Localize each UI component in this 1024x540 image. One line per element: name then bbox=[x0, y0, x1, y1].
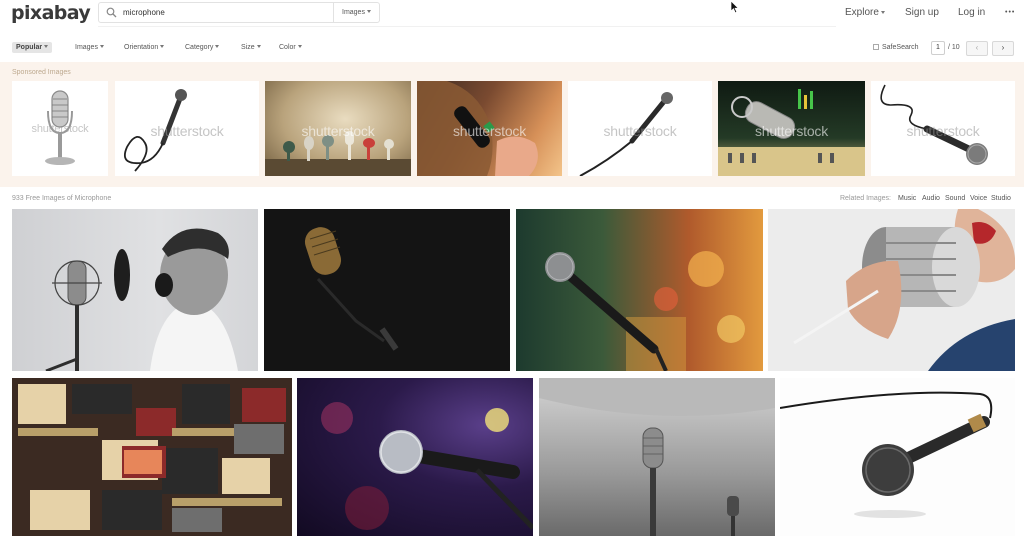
watermark: shutterstock bbox=[754, 122, 829, 139]
sponsored-image[interactable]: shutterstock bbox=[265, 81, 411, 176]
safesearch-label: SafeSearch bbox=[882, 44, 919, 51]
result-image[interactable] bbox=[297, 378, 533, 536]
sponsored-image[interactable]: shutterstock bbox=[871, 81, 1015, 176]
search-input[interactable] bbox=[123, 5, 323, 20]
chevron-down-icon bbox=[366, 10, 371, 13]
related-tag-audio[interactable]: Audio bbox=[922, 195, 940, 202]
chevron-down-icon bbox=[256, 45, 261, 48]
login-link[interactable]: Log in bbox=[958, 7, 985, 18]
related-tag-voice[interactable]: Voice bbox=[970, 195, 987, 202]
result-image[interactable] bbox=[539, 378, 775, 536]
filter-size-label: Size bbox=[241, 44, 255, 51]
filter-color[interactable]: Color bbox=[275, 42, 306, 53]
signup-link[interactable]: Sign up bbox=[905, 7, 939, 18]
more-icon[interactable]: ••• bbox=[1005, 9, 1015, 16]
sponsored-image[interactable]: shutterstock bbox=[568, 81, 712, 176]
sponsored-image[interactable]: shutterstock bbox=[12, 81, 108, 176]
search-bar[interactable]: Images bbox=[98, 2, 380, 23]
pixabay-logo[interactable]: pixabay bbox=[11, 2, 91, 24]
filter-bar: Popular Images Orientation Category Size… bbox=[0, 36, 1024, 62]
explore-menu[interactable]: Explore bbox=[845, 7, 885, 18]
search-icon[interactable] bbox=[106, 7, 117, 18]
search-type-dropdown[interactable]: Images bbox=[333, 3, 379, 22]
result-image[interactable] bbox=[768, 209, 1015, 371]
result-image[interactable] bbox=[516, 209, 763, 371]
chevron-down-icon bbox=[880, 11, 885, 14]
chevron-down-icon bbox=[297, 45, 302, 48]
watermark: shutterstock bbox=[906, 122, 980, 139]
result-image[interactable] bbox=[12, 209, 258, 371]
filter-images[interactable]: Images bbox=[71, 42, 108, 53]
filter-category[interactable]: Category bbox=[181, 42, 223, 53]
result-image[interactable] bbox=[264, 209, 510, 371]
result-image[interactable] bbox=[12, 378, 292, 536]
search-type-label: Images bbox=[342, 9, 365, 16]
related-tag-sound[interactable]: Sound bbox=[945, 195, 965, 202]
related-images-label: Related Images: bbox=[840, 195, 891, 202]
filter-orientation[interactable]: Orientation bbox=[120, 42, 168, 53]
chevron-down-icon bbox=[215, 45, 220, 48]
sponsored-image[interactable]: shutterstock bbox=[718, 81, 865, 176]
filter-popular[interactable]: Popular bbox=[12, 42, 53, 53]
filter-color-label: Color bbox=[279, 44, 296, 51]
page-total: / 10 bbox=[948, 44, 960, 51]
page-number-input[interactable]: 1 bbox=[931, 41, 945, 55]
mouse-cursor-icon bbox=[730, 0, 740, 14]
watermark: shutterstock bbox=[150, 122, 224, 139]
prev-page-button[interactable]: ‹ bbox=[966, 41, 988, 56]
filter-popular-label: Popular bbox=[16, 44, 43, 51]
header-divider bbox=[98, 26, 836, 27]
safesearch-toggle[interactable]: SafeSearch bbox=[873, 44, 919, 51]
related-tag-music[interactable]: Music bbox=[898, 195, 916, 202]
watermark: shutterstock bbox=[603, 122, 677, 139]
result-image[interactable] bbox=[780, 378, 1015, 536]
watermark: shutterstock bbox=[31, 122, 89, 135]
safesearch-checkbox[interactable] bbox=[873, 44, 879, 50]
chevron-down-icon bbox=[44, 45, 49, 48]
filter-images-label: Images bbox=[75, 44, 98, 51]
watermark: shutterstock bbox=[301, 122, 375, 139]
chevron-down-icon bbox=[99, 45, 104, 48]
results-count: 933 Free Images of Microphone bbox=[12, 195, 112, 202]
watermark: shutterstock bbox=[452, 122, 527, 139]
top-header: pixabay Images Explore Sign up Log in ••… bbox=[0, 0, 1024, 27]
sponsored-image[interactable]: shutterstock bbox=[417, 81, 562, 176]
filter-category-label: Category bbox=[185, 44, 214, 51]
next-page-button[interactable]: › bbox=[992, 41, 1014, 56]
filter-size[interactable]: Size bbox=[237, 42, 265, 53]
sponsored-image[interactable]: shutterstock bbox=[115, 81, 259, 176]
filter-orientation-label: Orientation bbox=[124, 44, 159, 51]
related-tag-studio[interactable]: Studio bbox=[991, 195, 1011, 202]
sponsored-label: Sponsored Images bbox=[12, 69, 71, 76]
explore-label: Explore bbox=[845, 7, 879, 18]
chevron-down-icon bbox=[160, 45, 165, 48]
